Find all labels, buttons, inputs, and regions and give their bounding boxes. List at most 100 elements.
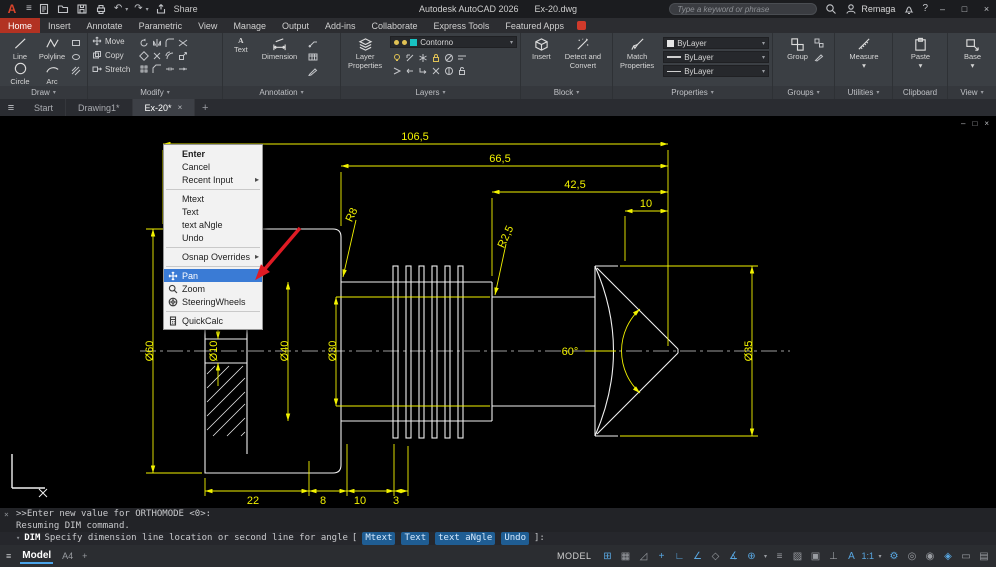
- customize-icon[interactable]: ▤: [976, 551, 992, 562]
- new-file-icon[interactable]: [38, 3, 51, 15]
- selection-cycling-icon[interactable]: ▣: [807, 551, 823, 562]
- featured-apps-badge-icon[interactable]: [576, 21, 586, 30]
- layer-properties-button[interactable]: Layer Properties: [345, 36, 385, 71]
- modify-panel-label[interactable]: Modify ▾: [88, 86, 222, 99]
- viewport-close-icon[interactable]: ×: [984, 119, 990, 128]
- maximize-button[interactable]: □: [957, 4, 972, 14]
- match-properties-button[interactable]: Match Properties: [617, 36, 657, 71]
- snap-mode-icon[interactable]: ▦: [617, 551, 633, 562]
- option-text-angle[interactable]: text aNgle: [435, 532, 496, 545]
- tab-drawing1[interactable]: Drawing1*: [66, 99, 133, 116]
- lineweight-icon[interactable]: ≡: [771, 551, 787, 562]
- app-menu-icon[interactable]: ≡: [26, 3, 32, 15]
- tab-featured-apps[interactable]: Featured Apps: [497, 18, 572, 33]
- ellipse-tool-icon[interactable]: [71, 52, 81, 62]
- chevron-down-icon[interactable]: ▾: [876, 553, 884, 560]
- infer-constraints-icon[interactable]: ◿: [635, 551, 651, 562]
- menu-item-steering-wheels[interactable]: SteeringWheels: [164, 295, 262, 308]
- layer-merge-icon[interactable]: [418, 66, 428, 76]
- dynamic-input-icon[interactable]: +: [653, 551, 669, 562]
- layer-freeze-icon[interactable]: [418, 53, 428, 63]
- circle-tool-button[interactable]: Circle: [4, 61, 36, 86]
- layout-a4-tab[interactable]: A4: [62, 551, 73, 561]
- user-account[interactable]: Remaga: [844, 3, 895, 15]
- stretch-tool-button[interactable]: Stretch: [92, 64, 130, 74]
- ungroup-icon[interactable]: [814, 38, 824, 48]
- offset-tool-icon[interactable]: [165, 51, 175, 61]
- draw-panel-label[interactable]: Draw ▾: [0, 86, 87, 99]
- autocad-logo-icon[interactable]: A: [4, 2, 20, 16]
- grid-icon[interactable]: ⊞: [599, 551, 615, 562]
- menu-item-text[interactable]: Text: [164, 205, 262, 218]
- layers-panel-label[interactable]: Layers ▾: [341, 86, 520, 99]
- hatch-tool-icon[interactable]: [71, 66, 81, 76]
- drawing-canvas[interactable]: – □ × 106,5 66,5 42,5 10 Ø60 Ø10 Ø40 Ø30…: [0, 116, 996, 508]
- status-menu-icon[interactable]: ≡: [6, 551, 11, 561]
- paste-button[interactable]: Paste ▾: [908, 36, 933, 71]
- menu-item-mtext[interactable]: Mtext: [164, 192, 262, 205]
- viewport-minimize-icon[interactable]: –: [961, 119, 966, 128]
- viewport-restore-icon[interactable]: □: [972, 119, 978, 128]
- isodraft-icon[interactable]: ◇: [707, 551, 723, 562]
- transparency-icon[interactable]: ▨: [789, 551, 805, 562]
- group-edit-icon[interactable]: [814, 52, 824, 62]
- prompt-expand-icon[interactable]: ▾: [16, 532, 20, 545]
- plot-icon[interactable]: [95, 3, 108, 15]
- tab-annotate[interactable]: Annotate: [79, 18, 131, 33]
- menu-item-text-angle[interactable]: text aNgle: [164, 218, 262, 231]
- help-icon[interactable]: ?: [922, 3, 928, 15]
- chamfer-tool-icon[interactable]: [152, 64, 162, 74]
- group-button[interactable]: Group: [784, 36, 811, 62]
- utilities-panel-label[interactable]: Utilities ▾: [835, 86, 892, 99]
- tab-addins[interactable]: Add-ins: [317, 18, 364, 33]
- layer-walk-icon[interactable]: [392, 66, 402, 76]
- osnap-tracking-icon[interactable]: ∡: [725, 551, 741, 562]
- tab-collaborate[interactable]: Collaborate: [364, 18, 426, 33]
- tab-manage[interactable]: Manage: [225, 18, 274, 33]
- move-tool-button[interactable]: Move: [92, 36, 130, 46]
- layer-unlock-icon[interactable]: [457, 66, 467, 76]
- annotation-panel-label[interactable]: Annotation ▾: [223, 86, 340, 99]
- rectangle-tool-icon[interactable]: [71, 38, 81, 48]
- tab-parametric[interactable]: Parametric: [131, 18, 191, 33]
- line-tool-button[interactable]: Line: [4, 36, 36, 61]
- lengthen-tool-icon[interactable]: [178, 64, 188, 74]
- measure-button[interactable]: Measure ▾: [846, 36, 881, 71]
- ortho-mode-icon[interactable]: ∟: [671, 551, 687, 562]
- undo-icon[interactable]: ↶: [114, 3, 122, 15]
- annotation-monitor-icon[interactable]: ◎: [904, 551, 920, 562]
- tab-view[interactable]: View: [190, 18, 225, 33]
- model-tab[interactable]: Model: [20, 548, 54, 564]
- join-tool-icon[interactable]: [165, 64, 175, 74]
- layer-isolate-icon[interactable]: [405, 53, 415, 63]
- menu-item-osnap-overrides[interactable]: Osnap Overrides ▸: [164, 250, 262, 263]
- menu-item-enter[interactable]: Enter: [164, 147, 262, 160]
- copy-tool-button[interactable]: Copy: [92, 50, 130, 60]
- open-file-icon[interactable]: [57, 3, 70, 15]
- layer-prev-icon[interactable]: [405, 66, 415, 76]
- markup-tool-icon[interactable]: [308, 66, 318, 76]
- menu-item-zoom[interactable]: Zoom: [164, 282, 262, 295]
- polyline-tool-button[interactable]: Polyline: [36, 36, 68, 61]
- layer-delete-icon[interactable]: [431, 66, 441, 76]
- close-command-history-icon[interactable]: ×: [4, 510, 9, 519]
- base-view-button[interactable]: Base ▾: [961, 36, 984, 71]
- object-snap-icon[interactable]: ⊕: [743, 551, 759, 562]
- object-color-select[interactable]: ByLayer ▾: [663, 37, 769, 49]
- menu-item-recent-input[interactable]: Recent Input ▸: [164, 173, 262, 186]
- groups-panel-label[interactable]: Groups ▾: [773, 86, 834, 99]
- search-input[interactable]: [669, 3, 818, 15]
- tab-home[interactable]: Home: [0, 18, 41, 33]
- mirror-tool-icon[interactable]: [152, 38, 162, 48]
- layer-select[interactable]: Contorno ▾: [390, 36, 517, 48]
- tab-output[interactable]: Output: [274, 18, 317, 33]
- notifications-icon[interactable]: [902, 3, 915, 15]
- arc-tool-button[interactable]: Arc: [36, 61, 68, 86]
- trim-tool-icon[interactable]: [178, 38, 188, 48]
- fillet-tool-icon[interactable]: [165, 38, 175, 48]
- view-panel-label[interactable]: View ▾: [948, 86, 996, 99]
- insert-block-button[interactable]: Insert: [529, 36, 554, 62]
- dimension-tool-button[interactable]: Dimension: [259, 36, 300, 62]
- tab-express-tools[interactable]: Express Tools: [426, 18, 498, 33]
- polar-tracking-icon[interactable]: ∠: [689, 551, 705, 562]
